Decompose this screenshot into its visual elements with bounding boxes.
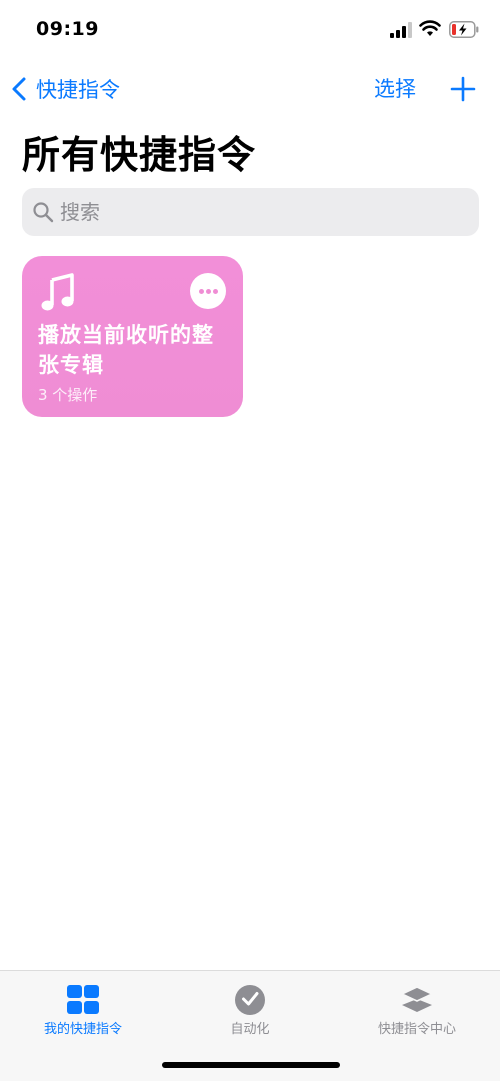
tab-gallery[interactable]: 快捷指令中心 — [334, 971, 500, 1041]
back-button[interactable]: 快捷指令 — [10, 72, 120, 106]
tab-my-shortcuts[interactable]: 我的快捷指令 — [0, 971, 166, 1041]
more-options-button[interactable] — [190, 273, 226, 309]
shortcut-action-count: 3 个操作 — [38, 386, 98, 404]
search-bar[interactable] — [22, 188, 479, 236]
grid-icon — [67, 985, 99, 1014]
clock-check-icon — [235, 985, 265, 1015]
tab-automation[interactable]: 自动化 — [167, 971, 333, 1041]
shortcut-card[interactable]: 播放当前收听的整张专辑 3 个操作 — [22, 256, 243, 417]
layers-icon — [400, 986, 434, 1012]
add-shortcut-button[interactable] — [449, 75, 477, 103]
page-title: 所有快捷指令 — [22, 133, 257, 177]
status-bar: 09:19 — [0, 0, 500, 60]
chevron-left-icon — [12, 77, 26, 101]
shortcut-title: 播放当前收听的整张专辑 — [38, 323, 214, 377]
search-icon — [33, 202, 54, 223]
shortcuts-screen: 09:19 快捷指令 选择 所有快捷指令 搜索 播放当前收听的整张专辑 3 个操… — [0, 0, 500, 1081]
search-input[interactable] — [60, 200, 440, 224]
tab-label: 快捷指令中心 — [377, 1022, 456, 1037]
back-button-label: 快捷指令 — [36, 78, 120, 102]
music-note-icon — [41, 273, 74, 311]
tab-label: 自动化 — [230, 1022, 270, 1037]
tab-label: 我的快捷指令 — [43, 1022, 122, 1037]
cellular-signal-icon — [390, 22, 412, 38]
status-time: 09:19 — [36, 18, 99, 40]
home-indicator[interactable] — [162, 1062, 340, 1068]
battery-charging-icon — [449, 21, 479, 38]
select-button[interactable]: 选择 — [374, 73, 416, 103]
wifi-icon — [419, 20, 441, 36]
